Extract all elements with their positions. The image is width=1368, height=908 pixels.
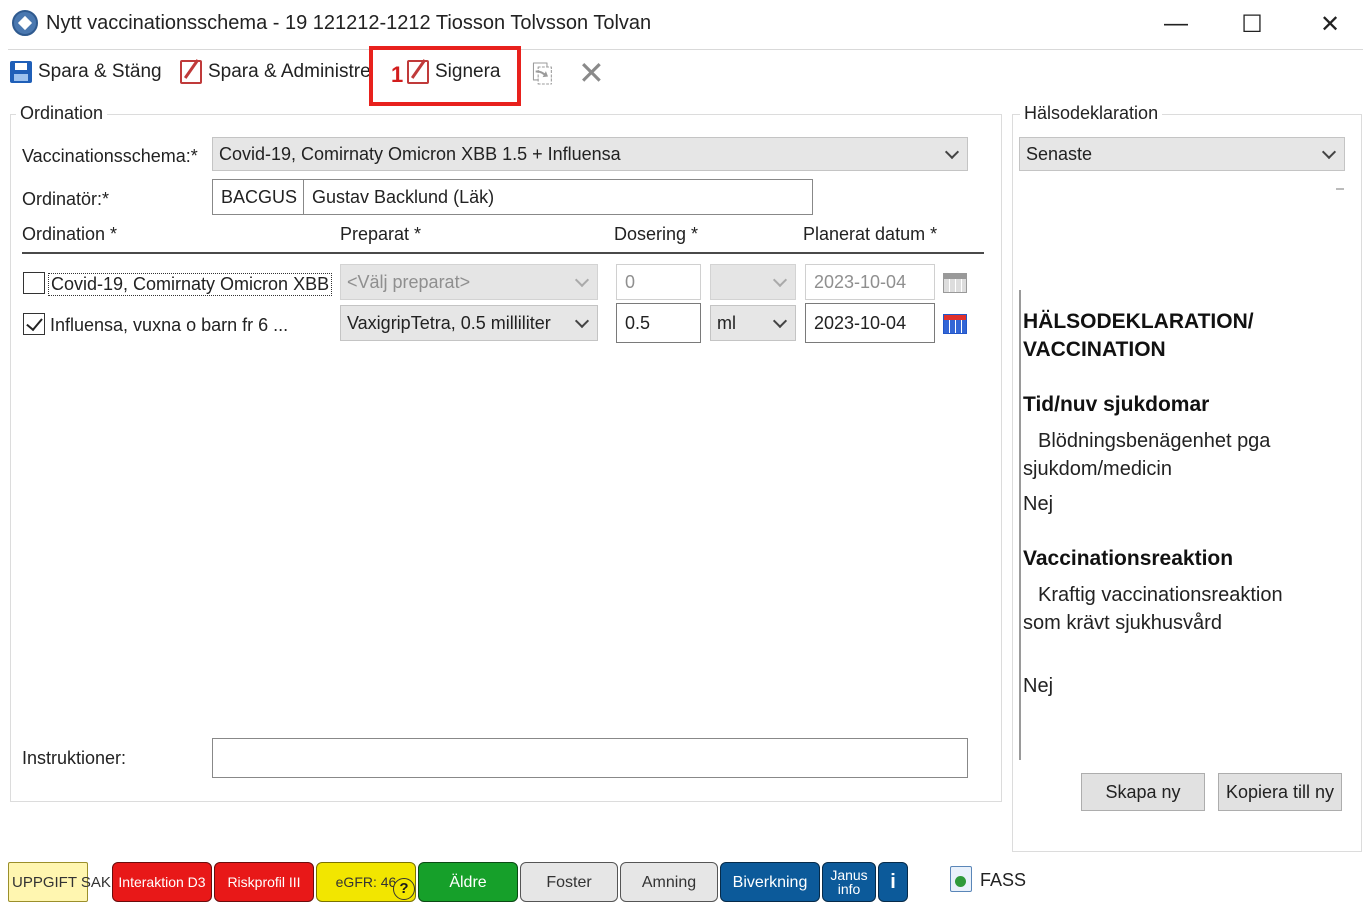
section1-answer: Nej	[1023, 493, 1054, 515]
row-checkbox-covid[interactable]	[23, 272, 45, 294]
document-border	[1019, 290, 1021, 760]
info-icon[interactable]: i	[878, 862, 908, 902]
row-name-covid[interactable]: Covid-19, Comirnaty Omicron XBB	[48, 273, 333, 296]
chevron-down-icon	[574, 313, 590, 329]
section1-title: Tid/nuv sjukdomar	[1023, 393, 1210, 416]
health-heading: HÄLSODEKLARATION/ VACCINATION	[1023, 310, 1254, 361]
schema-value: Covid-19, Comirnaty Omicron XBB 1.5 + In…	[219, 143, 621, 164]
ordinator-name-field[interactable]: Gustav Backlund (Läk)	[303, 179, 813, 215]
create-new-button[interactable]: Skapa ny	[1081, 773, 1205, 811]
health-declaration-select[interactable]: Senaste	[1019, 137, 1345, 171]
app-icon	[12, 10, 38, 36]
ordination-group-title: Ordination	[16, 103, 108, 124]
status-badge-breastfeeding[interactable]: Amning	[620, 862, 718, 902]
copy-to-new-button[interactable]: Kopiera till ny	[1218, 773, 1342, 811]
save-close-button[interactable]: Spara & Stäng	[10, 56, 162, 88]
status-badge-side-effects[interactable]: Biverkning	[720, 862, 820, 902]
unit-select-influensa[interactable]: ml	[710, 305, 796, 341]
schema-label: Vaccinationsschema:*	[22, 146, 198, 166]
callout-number: 1	[391, 62, 404, 87]
close-window-button[interactable]: ✕	[1300, 6, 1360, 42]
edit-document-icon	[180, 60, 202, 84]
window-title: Nytt vaccinationsschema - 19 121212-1212…	[46, 12, 652, 34]
status-badge-missing[interactable]: UPPGIFT SAKNAS	[8, 862, 142, 902]
dose-field-influensa[interactable]: 0.5	[616, 303, 701, 343]
row-checkbox-influensa[interactable]	[23, 313, 45, 335]
health-declaration-value: Senaste	[1026, 143, 1093, 164]
ordinator-code-field[interactable]: BACGUS	[212, 179, 304, 215]
preparat-select-influensa[interactable]: VaxigripTetra, 0.5 milliliter	[340, 305, 598, 341]
section2-question: Kraftig vaccinationsreaktion som krävt s…	[1023, 584, 1283, 634]
status-badge-risk[interactable]: Riskprofil III	[214, 862, 314, 902]
unit-select-covid[interactable]	[710, 264, 796, 300]
health-declaration-title: Hälsodeklaration	[1020, 103, 1163, 124]
section2-answer: Nej	[1023, 675, 1054, 697]
save-administer-button[interactable]: Spara & Administrera	[180, 56, 388, 88]
save-close-label: Spara & Stäng	[38, 61, 162, 82]
date-field-influensa[interactable]: 2023-10-04	[805, 303, 935, 343]
status-badge-elderly[interactable]: Äldre	[418, 862, 518, 902]
fass-link[interactable]: FASS	[980, 870, 1026, 891]
delete-icon[interactable]: ✕	[578, 54, 605, 92]
date-field-covid[interactable]: 2023-10-04	[805, 264, 935, 300]
egfr-label: eGFR: 46	[335, 873, 397, 890]
sign-label: Signera	[435, 61, 501, 82]
minimize-button[interactable]: —	[1146, 6, 1206, 42]
ordinator-label: Ordinatör:*	[22, 189, 110, 209]
schema-select[interactable]: Covid-19, Comirnaty Omicron XBB 1.5 + In…	[212, 137, 968, 171]
dose-field-covid[interactable]: 0	[616, 264, 701, 300]
column-header-dosering: Dosering *	[614, 224, 699, 244]
chevron-down-icon	[944, 144, 960, 160]
help-icon[interactable]: ?	[393, 878, 415, 900]
column-header-preparat: Preparat *	[340, 224, 422, 244]
section1-question: Blödningsbenägenhet pga sjukdom/medicin	[1023, 430, 1271, 480]
preparat-value-influensa: VaxigripTetra, 0.5 milliliter	[347, 312, 551, 333]
section2-title: Vaccinationsreaktion	[1023, 547, 1234, 570]
maximize-button[interactable]: ☐	[1222, 6, 1282, 42]
status-badge-interaction[interactable]: Interaktion D3	[112, 862, 212, 902]
calendar-icon[interactable]	[943, 314, 967, 334]
ordination-group	[10, 114, 1002, 802]
chevron-down-icon	[574, 272, 590, 288]
column-header-planerat-datum: Planerat datum *	[803, 224, 938, 244]
sign-document-icon	[407, 60, 429, 84]
preparat-select-covid[interactable]: <Välj preparat>	[340, 264, 598, 300]
sign-button[interactable]: Signera	[407, 56, 501, 88]
save-icon	[10, 61, 32, 83]
row-name-influensa[interactable]: Influensa, vuxna o barn fr 6 ...	[50, 315, 288, 336]
save-administer-label: Spara & Administrera	[208, 61, 388, 82]
fass-icon[interactable]	[950, 866, 972, 892]
unit-value-influensa: ml	[717, 312, 736, 333]
instructions-label: Instruktioner:	[22, 748, 127, 768]
instructions-field[interactable]	[212, 738, 968, 778]
copy-document-icon[interactable]: ⎘	[532, 58, 562, 88]
scrollbar-thumb[interactable]	[1336, 188, 1344, 190]
header-divider	[22, 252, 984, 254]
chevron-down-icon	[772, 313, 788, 329]
divider	[8, 49, 1363, 50]
column-header-ordination: Ordination *	[22, 224, 118, 244]
status-badge-fetus[interactable]: Foster	[520, 862, 618, 902]
status-badge-janus[interactable]: Janus info	[822, 862, 876, 902]
preparat-value-covid: <Välj preparat>	[347, 271, 471, 292]
chevron-down-icon	[1321, 144, 1337, 160]
chevron-down-icon	[772, 272, 788, 288]
calendar-icon[interactable]	[943, 273, 967, 293]
